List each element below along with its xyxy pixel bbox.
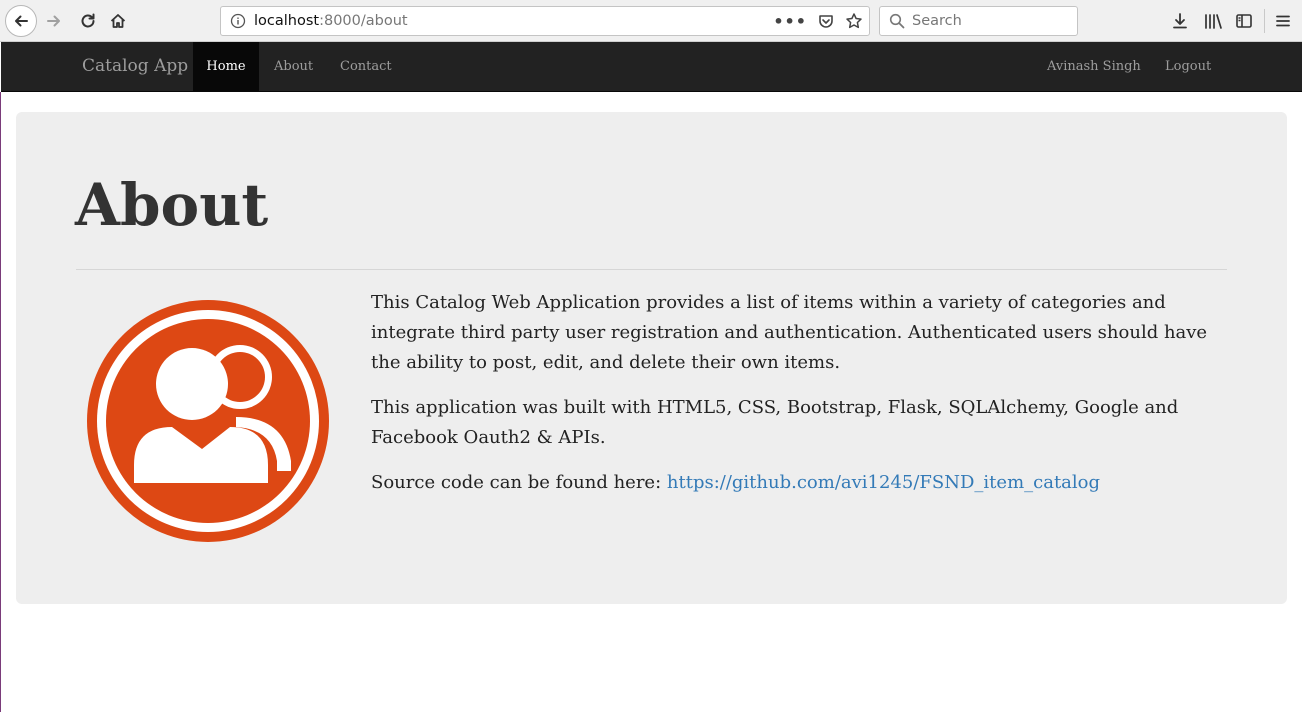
toolbar-separator	[1264, 9, 1265, 33]
library-icon[interactable]	[1202, 10, 1224, 32]
forward-button[interactable]	[42, 9, 66, 33]
users-logo-icon	[87, 300, 329, 542]
search-bar[interactable]: Search	[879, 6, 1078, 36]
home-icon	[110, 14, 126, 28]
source-code-link[interactable]: https://github.com/avi1245/FSND_item_cat…	[667, 472, 1100, 493]
arrow-left-icon	[15, 15, 28, 27]
bookmark-star-icon[interactable]	[845, 12, 863, 30]
nav-link-contact[interactable]: Contact	[340, 42, 392, 92]
site-navbar: Catalog App Home About Contact Avinash S…	[1, 42, 1302, 92]
arrow-right-icon	[47, 15, 60, 27]
page-actions-icon[interactable]: •••	[773, 12, 807, 31]
download-icon[interactable]	[1169, 10, 1191, 32]
reload-icon	[81, 13, 95, 28]
hamburger-menu-icon[interactable]	[1272, 10, 1294, 32]
brand-link[interactable]: Catalog App	[82, 56, 188, 76]
browser-toolbar: localhost:8000/about ••• Search	[0, 0, 1302, 42]
pocket-icon[interactable]	[817, 12, 835, 30]
nav-link-logout[interactable]: Logout	[1165, 42, 1211, 92]
back-button[interactable]	[5, 5, 37, 37]
source-paragraph: Source code can be found here: https://g…	[371, 468, 1211, 498]
description-paragraph: This Catalog Web Application provides a …	[371, 292, 1208, 373]
page-title: About	[75, 171, 269, 239]
url-text[interactable]: localhost:8000/about	[254, 13, 408, 29]
about-content: This Catalog Web Application provides a …	[371, 288, 1211, 513]
url-actions: •••	[773, 7, 863, 35]
search-placeholder: Search	[912, 13, 962, 29]
reload-button[interactable]	[76, 9, 100, 33]
nav-link-home[interactable]: Home	[193, 42, 259, 92]
url-bar[interactable]: localhost:8000/about •••	[220, 6, 870, 36]
url-host: localhost	[254, 13, 320, 29]
tech-stack-paragraph: This application was built with HTML5, C…	[371, 397, 1179, 448]
nav-link-about[interactable]: About	[274, 42, 313, 92]
title-divider	[76, 269, 1227, 270]
info-icon[interactable]	[230, 13, 246, 29]
nav-link-user[interactable]: Avinash Singh	[1047, 42, 1141, 92]
source-label: Source code can be found here:	[371, 472, 662, 493]
about-jumbotron: About This Catalog Web Application provi…	[16, 112, 1287, 604]
url-path: :8000/about	[319, 13, 408, 29]
sidebar-icon[interactable]	[1233, 10, 1255, 32]
home-button[interactable]	[106, 9, 130, 33]
search-icon	[889, 13, 905, 29]
window-edge	[0, 92, 1, 712]
